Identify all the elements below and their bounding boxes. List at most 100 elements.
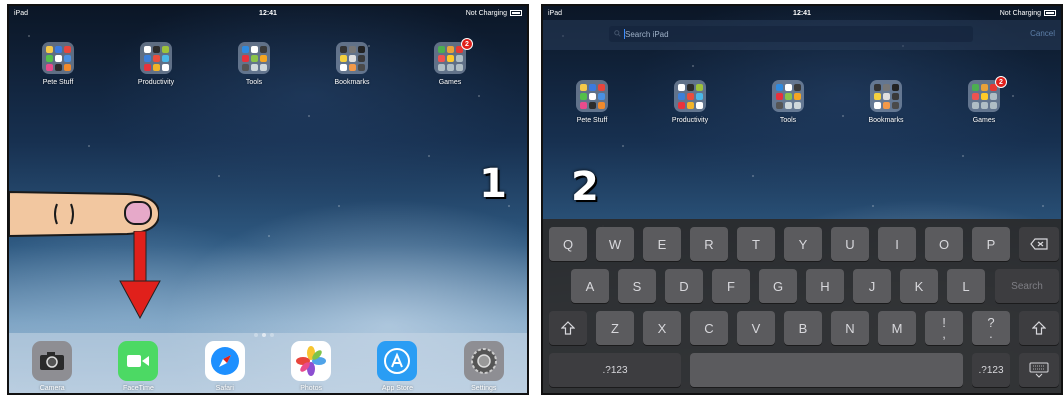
mini-app-icon: [784, 92, 792, 100]
battery-icon: [510, 10, 522, 16]
key-question-period[interactable]: ? .: [972, 311, 1010, 345]
mini-app-icon: [677, 101, 685, 109]
key-i[interactable]: I: [878, 227, 916, 261]
spotlight-search-bar: Cancel: [543, 20, 1061, 50]
dock-app-app-store[interactable]: App Store: [367, 341, 427, 392]
mini-app-icon: [686, 101, 694, 109]
mini-app-icon: [152, 63, 160, 71]
space-bar[interactable]: [690, 353, 963, 387]
settings-icon: [463, 341, 504, 381]
mini-app-icon: [971, 92, 979, 100]
key-o[interactable]: O: [925, 227, 963, 261]
dock-app-camera[interactable]: Camera: [22, 341, 82, 392]
hide-keyboard-key[interactable]: [1019, 353, 1059, 387]
dock-app-safari[interactable]: Safari: [195, 341, 255, 392]
mini-app-icon: [45, 54, 53, 62]
mini-app-icon: [775, 101, 783, 109]
key-w[interactable]: W: [596, 227, 634, 261]
key-n[interactable]: N: [831, 311, 869, 345]
notification-badge: 2: [461, 38, 473, 50]
folder-pete-stuff[interactable]: Pete Stuff: [9, 42, 107, 86]
app-label: Photos: [300, 385, 323, 392]
status-carrier: iPad: [548, 9, 563, 17]
safari-icon: [204, 341, 245, 381]
folder-row: Pete Stuff Productivity Tools Bookmarks …: [543, 76, 1061, 124]
keyboard-row-4: .?123 .?123: [549, 353, 1059, 387]
folder-bookmarks[interactable]: Bookmarks: [837, 80, 935, 124]
key-g[interactable]: G: [759, 269, 797, 303]
ipad-spotlight-search-screen: iPad 12:41 Not Charging Cancel Pete Stuf…: [541, 4, 1063, 395]
key-p[interactable]: P: [972, 227, 1010, 261]
key-k[interactable]: K: [900, 269, 938, 303]
folder-bookmarks[interactable]: Bookmarks: [303, 42, 401, 86]
key-m[interactable]: M: [878, 311, 916, 345]
key-a[interactable]: A: [571, 269, 609, 303]
key-x[interactable]: X: [643, 311, 681, 345]
folder-label: Tools: [779, 117, 797, 124]
mini-app-icon: [873, 92, 881, 100]
backspace-icon: [1030, 238, 1048, 250]
key-e[interactable]: E: [643, 227, 681, 261]
mini-app-icon: [891, 92, 899, 100]
folder-tools[interactable]: Tools: [739, 80, 837, 124]
folder-tools[interactable]: Tools: [205, 42, 303, 86]
mini-app-icon: [259, 45, 267, 53]
mini-app-icon: [784, 101, 792, 109]
key-d[interactable]: D: [665, 269, 703, 303]
search-key[interactable]: Search: [995, 269, 1059, 303]
numbers-key-right[interactable]: .?123: [972, 353, 1010, 387]
backspace-key[interactable]: [1019, 227, 1059, 261]
key-c[interactable]: C: [690, 311, 728, 345]
key-y[interactable]: Y: [784, 227, 822, 261]
mini-app-icon: [161, 45, 169, 53]
key-t[interactable]: T: [737, 227, 775, 261]
mini-app-icon: [357, 45, 365, 53]
mini-app-icon: [980, 92, 988, 100]
mini-app-icon: [597, 92, 605, 100]
folder-games[interactable]: 2 Games: [401, 38, 499, 86]
key-q[interactable]: Q: [549, 227, 587, 261]
search-input[interactable]: [609, 26, 973, 42]
key-j[interactable]: J: [853, 269, 891, 303]
mini-app-icon: [891, 83, 899, 91]
mini-app-icon: [143, 63, 151, 71]
folder-pete-stuff[interactable]: Pete Stuff: [543, 80, 641, 124]
folder-label: Games: [438, 79, 462, 86]
mini-app-icon: [259, 63, 267, 71]
key-l[interactable]: L: [947, 269, 985, 303]
shift-key-right[interactable]: [1019, 311, 1059, 345]
mini-app-icon: [63, 45, 71, 53]
dock-app-facetime[interactable]: FaceTime: [108, 341, 168, 392]
keyboard-row-1: Q W E R T Y U I O P: [549, 227, 1059, 261]
cancel-button[interactable]: Cancel: [1030, 29, 1055, 38]
mini-app-icon: [54, 54, 62, 62]
mini-app-icon: [54, 63, 62, 71]
mini-app-icon: [241, 45, 249, 53]
folder-icon: [140, 42, 172, 74]
dock-app-settings[interactable]: Settings: [454, 341, 514, 392]
key-v[interactable]: V: [737, 311, 775, 345]
camera-icon: [32, 341, 73, 381]
key-u[interactable]: U: [831, 227, 869, 261]
folder-label: Bookmarks: [868, 117, 904, 124]
folder-productivity[interactable]: Productivity: [641, 80, 739, 124]
mini-app-icon: [686, 92, 694, 100]
numbers-key-left[interactable]: .?123: [549, 353, 681, 387]
folder-label: Bookmarks: [334, 79, 370, 86]
key-h[interactable]: H: [806, 269, 844, 303]
key-z[interactable]: Z: [596, 311, 634, 345]
mini-app-icon: [339, 45, 347, 53]
folder-label: Tools: [245, 79, 263, 86]
key-f[interactable]: F: [712, 269, 750, 303]
key-r[interactable]: R: [690, 227, 728, 261]
facetime-icon: [118, 341, 159, 381]
shift-key-left[interactable]: [549, 311, 587, 345]
dock-app-photos[interactable]: Photos: [281, 341, 341, 392]
key-b[interactable]: B: [784, 311, 822, 345]
mini-app-icon: [339, 63, 347, 71]
key-s[interactable]: S: [618, 269, 656, 303]
folder-games[interactable]: 2 Games: [935, 76, 1033, 124]
folder-productivity[interactable]: Productivity: [107, 42, 205, 86]
key-exclamation-comma[interactable]: ! ,: [925, 311, 963, 345]
folder-label: Pete Stuff: [42, 79, 74, 86]
